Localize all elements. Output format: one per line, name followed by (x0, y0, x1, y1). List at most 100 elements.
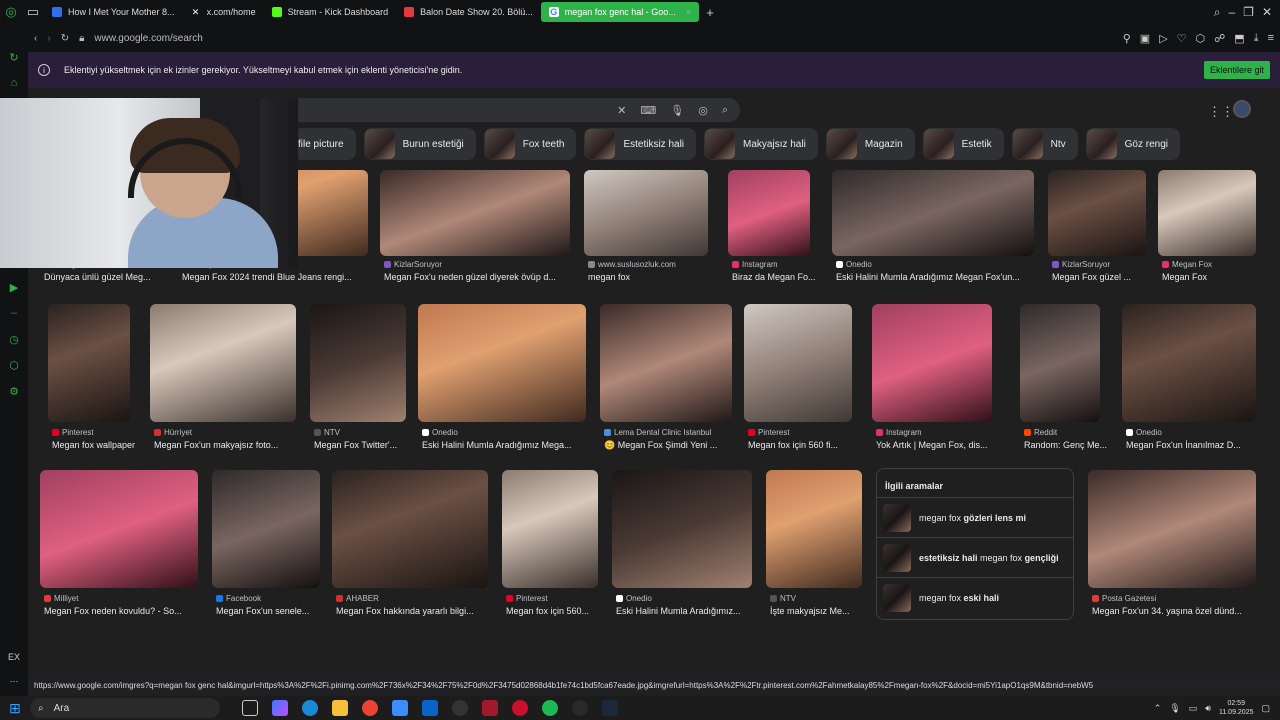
go-to-extensions-button[interactable]: Eklentilere git (1203, 61, 1270, 79)
chip-estetik[interactable]: Estetik (922, 128, 1004, 160)
close-window-icon[interactable]: ✕ (1262, 5, 1272, 20)
image-source[interactable]: Milliyet (44, 594, 202, 603)
sidebar-more-icon[interactable]: ⋯ (7, 674, 21, 688)
image-result-thumbnail[interactable] (380, 170, 570, 256)
image-result-thumbnail[interactable] (332, 470, 488, 588)
chip-burun-estetigi[interactable]: Burun estetiği (363, 128, 476, 160)
menu-icon[interactable]: ≡ (1268, 32, 1274, 45)
image-result-thumbnail[interactable] (584, 170, 708, 256)
forward-icon[interactable]: › (47, 33, 50, 44)
image-caption[interactable]: Yok Artık | Megan Fox, dis... (876, 440, 1002, 450)
snapshot-icon[interactable]: ▣ (1140, 32, 1150, 45)
volume-icon[interactable]: 🔊︎ (1205, 703, 1211, 714)
google-apps-icon[interactable]: ⋮⋮ (1208, 104, 1234, 120)
image-caption[interactable]: Megan fox wallpaper (52, 440, 140, 450)
tab-himym[interactable]: How I Met Your Mother 8... (44, 2, 183, 22)
sidebar-settings-icon[interactable]: ⚙ (7, 384, 21, 398)
image-caption[interactable]: Eski Halini Mumla Aradığımız... (616, 606, 762, 616)
image-caption[interactable]: 😊 Megan Fox Şimdi Yeni ... (604, 440, 742, 451)
image-result-thumbnail[interactable] (872, 304, 992, 422)
image-result-thumbnail[interactable] (150, 304, 296, 422)
image-source[interactable]: Instagram (732, 260, 814, 269)
image-source[interactable]: Facebook (216, 594, 324, 603)
image-source[interactable]: Pinterest (748, 428, 856, 437)
sidebar-player-icon[interactable]: ▶ (7, 280, 21, 294)
image-caption[interactable]: Megan Fox Twitter'... (314, 440, 416, 450)
notification-icon[interactable]: ▢ (1261, 703, 1270, 714)
search-icon[interactable]: ⌕ (1214, 5, 1221, 20)
chip-makyajsiz-hali[interactable]: Makyajsız hali (704, 128, 818, 160)
sidebar-history-icon[interactable]: ◷ (7, 332, 21, 346)
image-caption[interactable]: Eski Halini Mumla Aradığımız Mega... (422, 440, 596, 450)
image-source[interactable]: Instagram (876, 428, 996, 437)
image-caption[interactable]: Megan Fox'un İnanılmaz D... (1126, 440, 1266, 450)
image-result-thumbnail[interactable] (40, 470, 198, 588)
sidebar-refresh-icon[interactable]: ↻ (7, 50, 21, 64)
opera-icon[interactable] (512, 700, 528, 716)
image-source[interactable]: Onedio (616, 594, 756, 603)
image-caption[interactable]: megan fox (588, 272, 718, 282)
lens-icon[interactable]: ◎ (698, 104, 708, 117)
image-caption[interactable]: Eski Halini Mumla Aradığımız Megan Fox'u… (836, 272, 1044, 282)
chip-magazin[interactable]: Magazin (825, 128, 915, 160)
image-source[interactable]: Hürriyet (154, 428, 300, 437)
sidebar-extensions-icon[interactable]: ⬡ (7, 358, 21, 372)
image-result-thumbnail[interactable] (832, 170, 1034, 256)
image-caption[interactable]: Biraz da Megan Fo... (732, 272, 820, 282)
image-result-thumbnail[interactable] (48, 304, 130, 422)
image-source[interactable]: Posta Gazetesi (1092, 594, 1260, 603)
image-result-thumbnail[interactable] (502, 470, 598, 588)
chip-estetiksiz-hali[interactable]: Estetiksiz hali (584, 128, 697, 160)
app-icon[interactable] (482, 700, 498, 716)
avatar[interactable] (1233, 100, 1251, 118)
image-source[interactable]: Megan Fox (1162, 260, 1260, 269)
image-caption[interactable]: Dünyaca ünlü güzel Meg... (44, 272, 176, 282)
image-caption[interactable]: Random: Genç Me... (1024, 440, 1110, 450)
chrome-icon[interactable] (362, 700, 378, 716)
chip-goz-rengi[interactable]: Göz rengi (1085, 128, 1181, 160)
image-source[interactable]: Onedio (1126, 428, 1260, 437)
image-source[interactable]: KizlarSoruyor (1052, 260, 1150, 269)
sidebar-home-icon[interactable]: ⌂ (7, 76, 21, 90)
image-caption[interactable]: Megan Fox (1162, 272, 1266, 282)
chip-ntv[interactable]: Ntv (1011, 128, 1078, 160)
image-caption[interactable]: Megan Fox hakkında yararlı bilgi... (336, 606, 498, 616)
taskbar-search[interactable]: ⌕ Ara (30, 698, 220, 718)
chip-file-picture[interactable]: file picture (294, 128, 356, 160)
network-icon[interactable]: ▭ (1189, 703, 1198, 714)
image-caption[interactable]: İşte makyajsız Me... (770, 606, 872, 616)
outlook-icon[interactable] (422, 700, 438, 716)
image-result-thumbnail[interactable] (766, 470, 862, 588)
new-tab-button[interactable]: + (699, 1, 721, 23)
image-caption[interactable]: Megan fox için 560... (506, 606, 608, 616)
file-explorer-icon[interactable] (332, 700, 348, 716)
wallet-icon[interactable]: ⬒ (1234, 32, 1244, 45)
obs-icon[interactable] (452, 700, 468, 716)
image-source[interactable]: Pinterest (52, 428, 134, 437)
image-caption[interactable]: Megan Fox'u neden güzel diyerek övüp d..… (384, 272, 580, 282)
image-result-thumbnail[interactable] (1158, 170, 1256, 256)
image-result-thumbnail[interactable] (728, 170, 810, 256)
image-result-thumbnail[interactable] (600, 304, 732, 422)
image-source[interactable]: KizlarSoruyor (384, 260, 574, 269)
tab-x[interactable]: ✕ x.com/home (183, 2, 264, 22)
clock[interactable]: 02:59 11.09.2025 (1219, 699, 1254, 717)
related-search-item[interactable]: megan fox gözleri lens mi (877, 497, 1073, 537)
image-caption[interactable]: Megan fox için 560 fi... (748, 440, 862, 450)
extensions-icon[interactable]: ⬡ (1196, 32, 1206, 45)
image-source[interactable]: Onedio (422, 428, 590, 437)
browser-logo-icon[interactable]: ◎ (0, 1, 22, 23)
search-box[interactable]: ✕ ⌨ 🎙︎ ◎ ⌕ (286, 98, 740, 122)
image-result-thumbnail[interactable] (310, 304, 406, 422)
keyboard-icon[interactable]: ⌨ (640, 104, 656, 117)
image-result-thumbnail[interactable] (744, 304, 852, 422)
back-icon[interactable]: ‹ (34, 33, 37, 44)
edge-icon[interactable] (302, 700, 318, 716)
chip-fox-teeth[interactable]: Fox teeth (483, 128, 577, 160)
image-result-thumbnail[interactable] (1088, 470, 1256, 588)
image-result-thumbnail[interactable] (1048, 170, 1146, 256)
url-field[interactable]: www.google.com/search (94, 33, 202, 44)
related-search-item[interactable]: megan fox eski hali (877, 577, 1073, 617)
minimize-icon[interactable]: – (1228, 5, 1235, 20)
microphone-icon[interactable]: 🎙︎ (1169, 703, 1180, 714)
